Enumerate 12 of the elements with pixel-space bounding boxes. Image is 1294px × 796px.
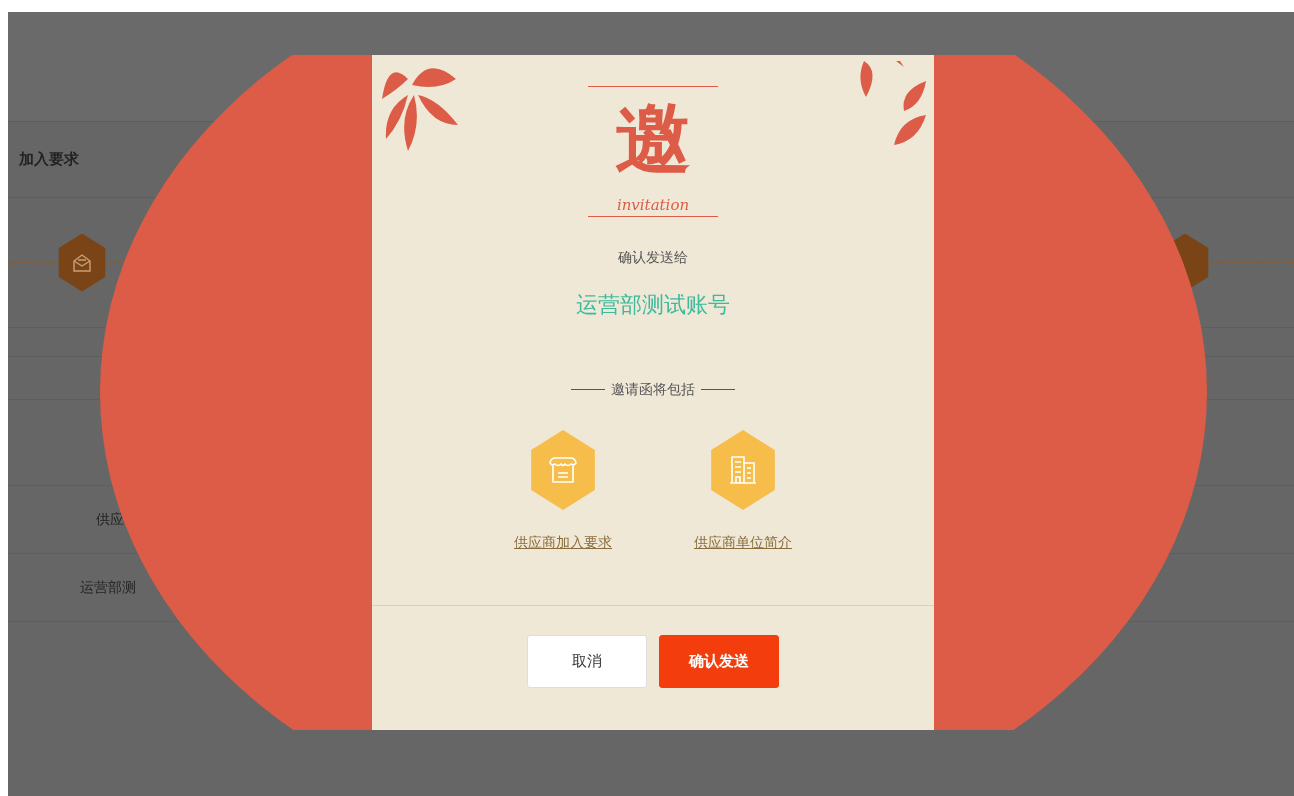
- recipient-name: 运营部测试账号: [576, 291, 730, 319]
- includes-heading: 邀请函将包括: [611, 380, 695, 399]
- table-cell-text: 运营部测: [80, 578, 136, 597]
- info-link[interactable]: 供应商加入要求: [514, 532, 612, 553]
- invitation-caption: invitation: [616, 195, 690, 215]
- confirm-send-button[interactable]: 确认发送: [659, 635, 779, 688]
- cancel-button[interactable]: 取消: [527, 635, 647, 688]
- table-cell-text: 供应: [96, 510, 124, 529]
- info-link[interactable]: 供应商单位简介: [694, 532, 792, 553]
- confirm-prompt: 确认发送给: [618, 248, 688, 267]
- invitation-title: 邀: [615, 93, 691, 185]
- section-title: 加入要求: [19, 149, 79, 170]
